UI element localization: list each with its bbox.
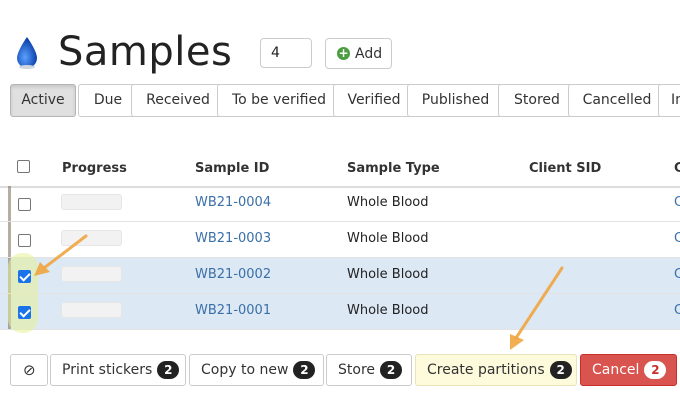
client-link[interactable]: C <box>674 195 680 210</box>
checkbox-highlight <box>8 253 38 333</box>
sample-type-cell: Whole Blood <box>347 195 429 210</box>
tab-verified[interactable]: Verified <box>333 84 415 117</box>
progress-bar <box>61 230 122 246</box>
ban-icon: ⊘ <box>23 361 36 379</box>
count-badge: 2 <box>380 361 403 379</box>
tab-cancelled[interactable]: Cancelled <box>568 84 666 117</box>
cancel-button[interactable]: Cancel 2 <box>580 354 677 386</box>
tab-due[interactable]: Due <box>78 84 138 117</box>
page-header: Samples + Add <box>0 24 680 84</box>
water-drop-icon <box>17 37 37 69</box>
client-link[interactable]: C <box>674 303 680 318</box>
sample-id-link[interactable]: WB21-0002 <box>195 267 271 282</box>
tab-active[interactable]: Active <box>10 84 76 117</box>
column-sample-type[interactable]: Sample Type <box>347 161 440 176</box>
add-button-label: Add <box>355 45 383 62</box>
plus-icon: + <box>337 46 350 60</box>
progress-bar <box>61 266 122 282</box>
client-link[interactable]: C <box>674 231 680 246</box>
row-checkbox-checked[interactable] <box>18 306 31 319</box>
row-checkbox[interactable] <box>18 234 31 247</box>
cancel-label: Cancel <box>592 362 640 378</box>
count-badge: 2 <box>157 361 180 379</box>
column-client-sid[interactable]: Client SID <box>529 161 601 176</box>
sample-type-cell: Whole Blood <box>347 303 429 318</box>
row-checkbox[interactable] <box>18 198 31 211</box>
column-sample-id[interactable]: Sample ID <box>195 161 269 176</box>
add-sample-button[interactable]: + Add <box>325 38 392 69</box>
tab-invalid[interactable]: In <box>658 84 680 117</box>
progress-bar <box>61 302 122 318</box>
progress-bar <box>61 194 122 210</box>
tab-stored[interactable]: Stored <box>498 84 576 117</box>
row-marker <box>8 222 11 257</box>
copy-to-new-button[interactable]: Copy to new 2 <box>189 354 324 386</box>
action-bar: ⊘ Print stickers 2 Copy to new 2 Store 2… <box>0 354 680 387</box>
create-partitions-button[interactable]: Create partitions 2 <box>415 354 577 386</box>
count-badge: 2 <box>293 361 316 379</box>
store-button[interactable]: Store 2 <box>326 354 412 386</box>
client-link[interactable]: C <box>674 267 680 282</box>
tab-to-be-verified[interactable]: To be verified <box>217 84 341 117</box>
tab-received[interactable]: Received <box>131 84 225 117</box>
row-checkbox-checked[interactable] <box>18 270 31 283</box>
status-tabs: Active Due Received To be verified Verif… <box>10 84 680 118</box>
create-partitions-label: Create partitions <box>427 362 545 378</box>
sample-count-input[interactable] <box>260 38 312 68</box>
print-stickers-label: Print stickers <box>62 362 153 378</box>
table-row[interactable]: WB21-0002 Whole Blood C <box>0 258 680 294</box>
sample-id-link[interactable]: WB21-0003 <box>195 231 271 246</box>
table-row[interactable]: WB21-0004 Whole Blood C <box>0 186 680 222</box>
count-badge: 2 <box>549 361 572 379</box>
count-badge: 2 <box>644 361 667 379</box>
table-header: Progress Sample ID Sample Type Client SI… <box>0 150 680 188</box>
sample-type-cell: Whole Blood <box>347 231 429 246</box>
column-client[interactable]: C <box>674 161 680 176</box>
row-marker <box>8 186 11 221</box>
sample-id-link[interactable]: WB21-0001 <box>195 303 271 318</box>
sample-id-link[interactable]: WB21-0004 <box>195 195 271 210</box>
page-title: Samples <box>58 29 233 75</box>
print-stickers-button[interactable]: Print stickers 2 <box>50 354 186 386</box>
table-row[interactable]: WB21-0001 Whole Blood C <box>0 294 680 330</box>
tab-published[interactable]: Published <box>407 84 504 117</box>
store-label: Store <box>338 362 376 378</box>
sample-type-cell: Whole Blood <box>347 267 429 282</box>
column-progress[interactable]: Progress <box>62 161 127 176</box>
copy-to-new-label: Copy to new <box>201 362 289 378</box>
table-row[interactable]: WB21-0003 Whole Blood C <box>0 222 680 258</box>
select-all-checkbox[interactable] <box>17 160 30 173</box>
clear-selection-button[interactable]: ⊘ <box>10 354 48 386</box>
